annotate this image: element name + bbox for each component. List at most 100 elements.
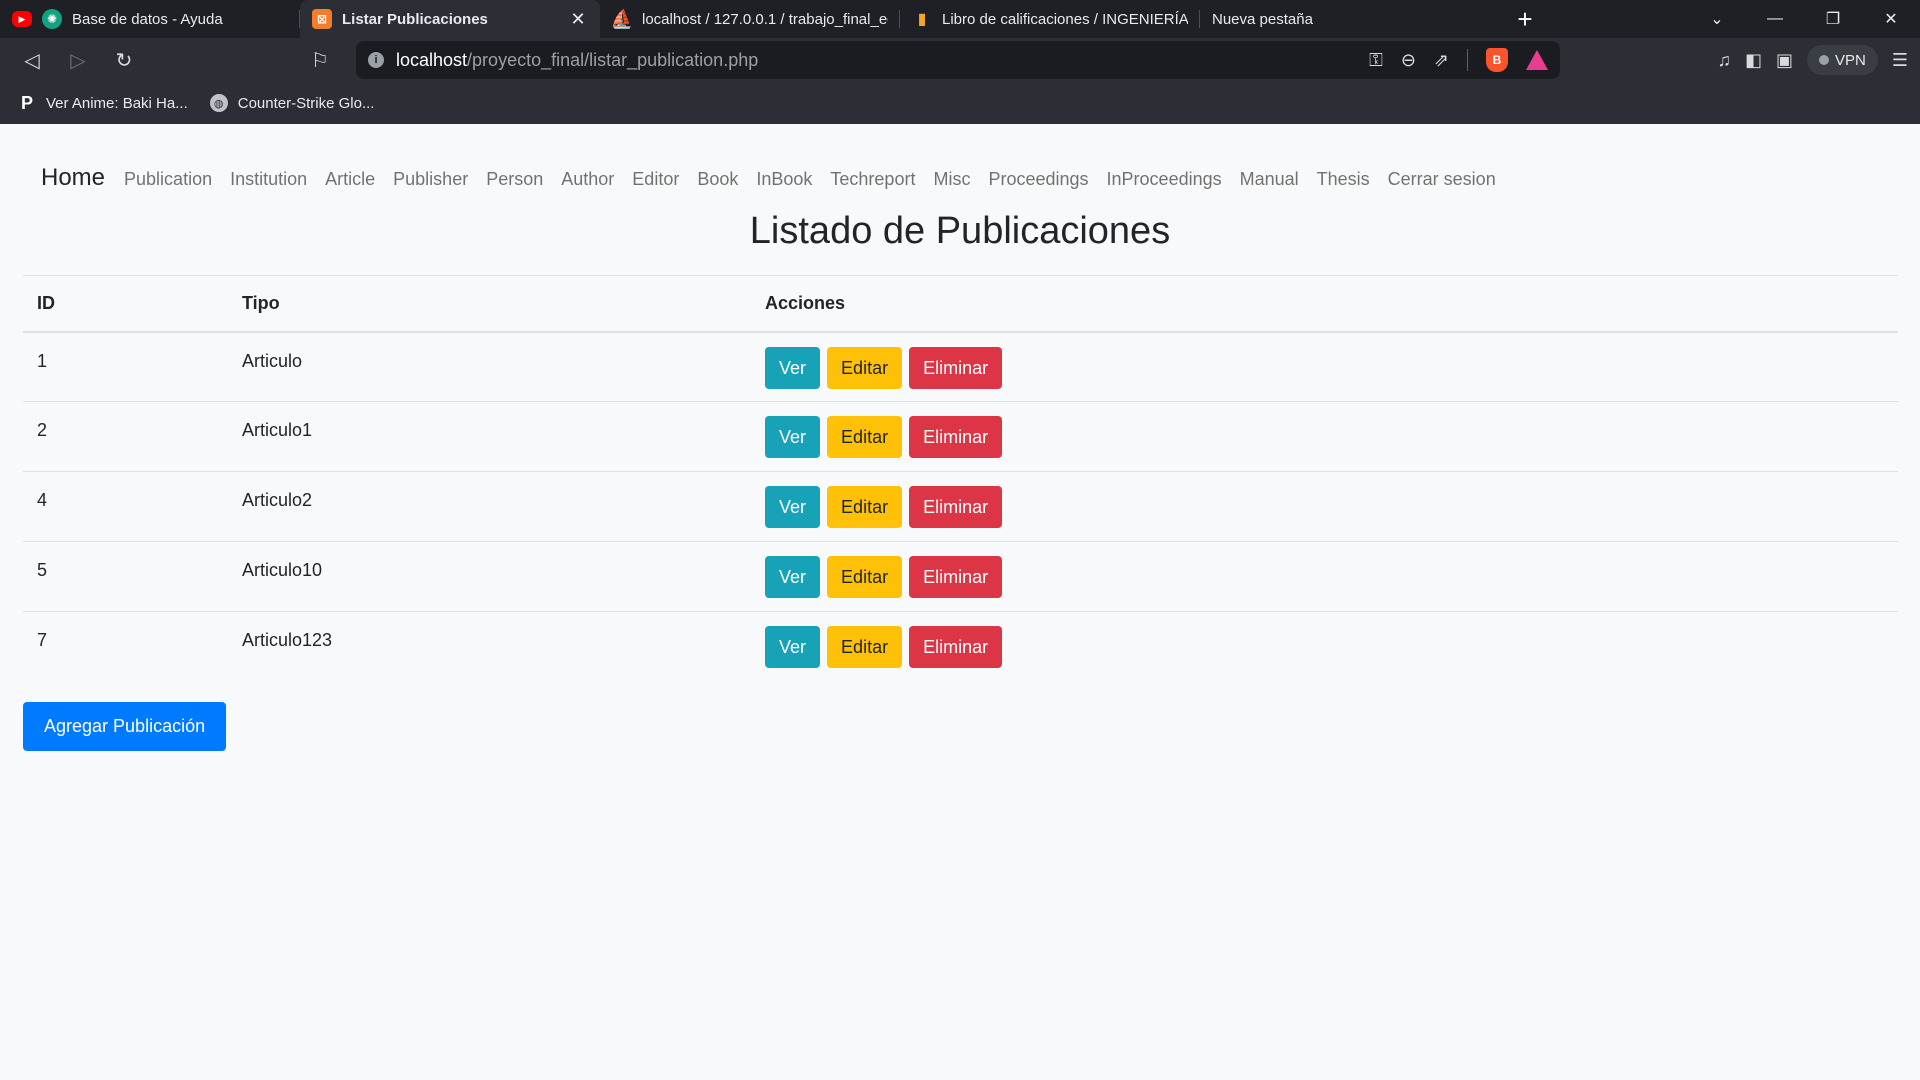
vpn-status-icon [1819, 55, 1830, 65]
cell-id: 4 [23, 471, 228, 542]
cell-id: 1 [37, 350, 48, 371]
main-navbar: Home Publication Institution Article Pub… [41, 164, 1505, 192]
cell-actions: Ver Editar Eliminar [751, 541, 1898, 612]
tab-search-icon[interactable]: ⌄ [1688, 0, 1746, 38]
site-info-icon[interactable]: i [368, 52, 384, 68]
p-logo-icon: P [20, 92, 33, 113]
nav-link-cerrar-sesion[interactable]: Cerrar sesion [1379, 169, 1505, 190]
nav-link-manual[interactable]: Manual [1231, 169, 1308, 190]
divider [1467, 49, 1468, 71]
tab-label: Libro de calificaciones / INGENIERÍA D [942, 10, 1188, 28]
brave-rewards-icon[interactable] [1526, 50, 1548, 70]
cell-tipo: Articulo10 [228, 541, 751, 612]
tab-libro-calificaciones[interactable]: ▮ Libro de calificaciones / INGENIERÍA D [900, 0, 1200, 38]
globe-icon: ◍ [209, 94, 228, 112]
tab-base-de-datos[interactable]: ▶ ✺ Base de datos - Ayuda [0, 0, 300, 38]
new-tab-button[interactable]: + [1500, 0, 1550, 38]
zoom-icon[interactable]: ⊖ [1401, 50, 1416, 71]
address-bar[interactable]: i localhost/proyecto_final/listar_public… [356, 41, 1560, 79]
nav-link-misc[interactable]: Misc [924, 169, 979, 190]
nav-link-inproceedings[interactable]: InProceedings [1098, 169, 1231, 190]
youtube-icon: ▶ [12, 11, 32, 27]
nav-link-editor[interactable]: Editor [623, 169, 688, 190]
bar-chart-icon: ▮ [917, 11, 927, 28]
bookmark-icon[interactable]: ⚐ [300, 42, 340, 78]
edit-button[interactable]: Editar [827, 346, 903, 389]
view-button[interactable]: Ver [765, 346, 821, 389]
view-button[interactable]: Ver [765, 626, 821, 668]
delete-button[interactable]: Eliminar [909, 556, 1003, 598]
nav-link-publication[interactable]: Publication [115, 169, 221, 190]
cell-tipo: Articulo2 [228, 471, 751, 542]
wallet-icon[interactable]: ▣ [1776, 50, 1793, 71]
restore-icon[interactable]: ❐ [1804, 0, 1862, 38]
chatgpt-icon: ✺ [42, 9, 62, 29]
nav-link-publisher[interactable]: Publisher [384, 169, 477, 190]
tab-phpmyadmin[interactable]: ⛵ localhost / 127.0.0.1 / trabajo_final_… [600, 0, 900, 38]
cell-tipo: Articulo1 [228, 401, 751, 472]
publications-table: ID Tipo Acciones 1 Articulo Ver Editar E… [23, 275, 1898, 682]
menu-icon[interactable]: ☰ [1892, 50, 1908, 71]
cell-actions: Ver Editar Eliminar [751, 611, 1898, 682]
nav-link-techreport[interactable]: Techreport [821, 169, 924, 190]
header-tipo: Tipo [228, 275, 751, 333]
vpn-button[interactable]: VPN [1807, 45, 1878, 75]
cell-tipo: Articulo [242, 350, 303, 371]
sidebar-icon[interactable]: ◧ [1745, 50, 1762, 71]
reload-icon[interactable]: ↻ [104, 42, 144, 78]
bookmarks-bar: P Ver Anime: Baki Ha... ◍ Counter-Strike… [0, 82, 1920, 124]
delete-button[interactable]: Eliminar [909, 626, 1003, 668]
tab-label: Base de datos - Ayuda [72, 10, 223, 28]
cell-actions: Ver Editar Eliminar [751, 471, 1898, 542]
share-icon[interactable]: ⇗ [1434, 50, 1449, 71]
delete-button[interactable]: Eliminar [909, 346, 1003, 389]
add-publication-button[interactable]: Agregar Publicación [23, 702, 227, 751]
nav-link-author[interactable]: Author [552, 169, 623, 190]
back-icon[interactable]: ◁ [12, 42, 52, 78]
page-content: Home Publication Institution Article Pub… [0, 124, 1920, 1080]
header-acciones: Acciones [751, 275, 1898, 333]
url-text[interactable]: localhost/proyecto_final/listar_publicat… [396, 50, 1357, 71]
forward-icon[interactable]: ▷ [58, 42, 98, 78]
nav-link-book[interactable]: Book [688, 169, 747, 190]
media-icon[interactable]: ♫ [1717, 50, 1731, 71]
minimize-icon[interactable]: — [1746, 0, 1804, 38]
nav-link-thesis[interactable]: Thesis [1308, 169, 1379, 190]
bookmark-item[interactable]: ◍ Counter-Strike Glo... [209, 94, 374, 112]
key-icon[interactable]: ⚿ [1369, 50, 1383, 71]
phpmyadmin-icon: ⛵ [610, 8, 634, 29]
header-id: ID [23, 275, 228, 333]
close-tab-icon[interactable]: ✕ [568, 9, 588, 30]
nav-link-proceedings[interactable]: Proceedings [979, 169, 1097, 190]
view-button[interactable]: Ver [765, 556, 821, 598]
edit-button[interactable]: Editar [827, 556, 903, 598]
nav-link-inbook[interactable]: InBook [747, 169, 821, 190]
delete-button[interactable]: Eliminar [909, 486, 1003, 528]
xampp-icon: ⊠ [312, 9, 332, 29]
view-button[interactable]: Ver [765, 486, 821, 528]
cell-actions: Ver Editar Eliminar [751, 401, 1898, 472]
window-close-icon[interactable]: ✕ [1862, 0, 1920, 38]
tab-listar-publicaciones[interactable]: ⊠ Listar Publicaciones ✕ [300, 0, 600, 38]
table-row: 7 Articulo123 Ver Editar Eliminar [23, 611, 1898, 682]
bookmark-label: Ver Anime: Baki Ha... [46, 94, 188, 112]
cell-id: 5 [23, 541, 228, 612]
nav-link-institution[interactable]: Institution [221, 169, 316, 190]
table-row: 2 Articulo1 Ver Editar Eliminar [23, 401, 1898, 472]
edit-button[interactable]: Editar [827, 626, 903, 668]
cell-tipo: Articulo123 [228, 611, 751, 682]
tab-strip: ▶ ✺ Base de datos - Ayuda ⊠ Listar Publi… [0, 0, 1920, 38]
view-button[interactable]: Ver [765, 416, 821, 458]
nav-brand-home[interactable]: Home [41, 164, 105, 192]
bookmark-item[interactable]: P Ver Anime: Baki Ha... [18, 93, 188, 113]
cell-id: 2 [23, 401, 228, 472]
nav-link-article[interactable]: Article [316, 169, 384, 190]
delete-button[interactable]: Eliminar [909, 416, 1003, 458]
cell-actions: Ver Editar Eliminar [751, 332, 1898, 402]
tab-nueva-pestana[interactable]: Nueva pestaña [1200, 0, 1500, 38]
edit-button[interactable]: Editar [827, 486, 903, 528]
cell-id: 7 [23, 611, 228, 682]
edit-button[interactable]: Editar [827, 416, 903, 458]
nav-link-person[interactable]: Person [477, 169, 552, 190]
brave-shields-icon[interactable]: B [1486, 48, 1508, 72]
